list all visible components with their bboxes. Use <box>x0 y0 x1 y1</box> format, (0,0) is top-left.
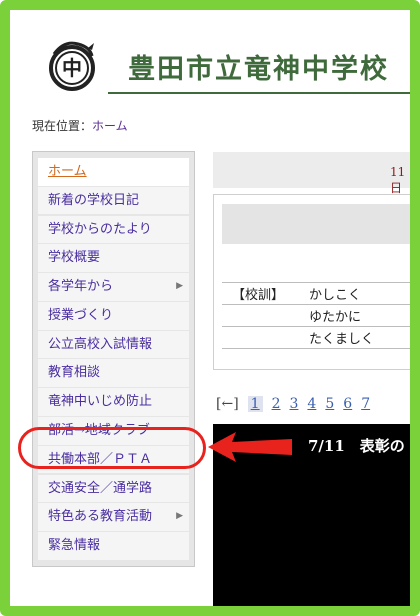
pager-page-3[interactable]: 3 <box>290 396 299 412</box>
pager-page-1[interactable]: 1 <box>247 396 263 412</box>
top-strip-text: 11日 <box>390 165 406 195</box>
motto-table: 【校訓】 かしこく ゆたかに たくましく <box>222 282 410 349</box>
sidebar-item-home[interactable]: ホーム <box>38 158 189 186</box>
sidebar-item-label: 交通安全／通学路 <box>48 480 153 496</box>
sidebar-item-grades[interactable]: 各学年から ▶ <box>38 273 189 301</box>
left-arrow-icon <box>208 432 292 462</box>
sidebar-item-lessons[interactable]: 授業づくり <box>38 301 189 330</box>
sidebar-item-counseling[interactable]: 教育相談 <box>38 359 189 388</box>
submenu-arrow-icon: ▶ <box>176 511 183 522</box>
breadcrumb: 現在位置：ホーム <box>32 117 128 134</box>
sidebar-item-traffic-safety[interactable]: 交通安全／通学路 <box>38 474 189 503</box>
table-row: ゆたかに <box>222 304 410 327</box>
news-headline[interactable]: 7/11 表彰の <box>308 435 405 456</box>
sidebar-item-label: 公立高校入試情報 <box>48 336 153 352</box>
motto-value: かしこく <box>294 282 410 305</box>
highlight-oval <box>18 427 206 469</box>
table-row: たくましく <box>222 326 410 349</box>
sidebar-item-label: 学校からのたより <box>48 221 152 237</box>
title-underline <box>108 92 410 94</box>
sidebar-item-emergency[interactable]: 緊急情報 <box>38 532 189 560</box>
sidebar-item-label: 新着の学校日記 <box>48 192 140 208</box>
breadcrumb-home-link[interactable]: ホーム <box>92 119 128 133</box>
top-strip <box>213 152 410 188</box>
breadcrumb-label: 現在位置： <box>32 119 93 133</box>
sidebar-item-entrance-exam[interactable]: 公立高校入試情報 <box>38 330 189 359</box>
content-header-bar <box>222 204 410 244</box>
sidebar-item-label: 授業づくり <box>48 307 114 323</box>
sidebar-item-overview[interactable]: 学校概要 <box>38 244 189 272</box>
page-title: 豊田市立竜神中学校 <box>128 54 389 85</box>
pager-page-7[interactable]: 7 <box>361 396 370 412</box>
sidebar-item-label: 学校概要 <box>48 250 101 266</box>
pagination: [←] 1 2 3 4 5 6 7 <box>216 396 379 412</box>
motto-value: ゆたかに <box>294 304 410 327</box>
sidebar-item-school-news[interactable]: 学校からのたより <box>38 215 189 244</box>
pager-page-4[interactable]: 4 <box>307 396 316 412</box>
page: 中 豊田市立竜神中学校 現在位置：ホーム ホーム 新着の学校日記 学校からのたよ… <box>10 10 410 606</box>
sidebar-menu: ホーム 新着の学校日記 学校からのたより 学校概要 各学年から ▶ 授業づくり 公… <box>32 151 195 567</box>
motto-key: 【校訓】 <box>222 282 294 305</box>
motto-value: たくましく <box>294 326 410 349</box>
sidebar-item-anti-bullying[interactable]: 竜神中いじめ防止 <box>38 388 189 416</box>
pager-page-5[interactable]: 5 <box>325 396 334 412</box>
pager-page-6[interactable]: 6 <box>343 396 352 412</box>
sidebar-item-label: 特色ある教育活動 <box>48 509 153 525</box>
logo-glyph: 中 <box>62 56 82 80</box>
submenu-arrow-icon: ▶ <box>176 281 183 292</box>
sidebar-item-special-education[interactable]: 特色ある教育活動 ▶ <box>38 503 189 531</box>
sidebar-item-label: 竜神中いじめ防止 <box>48 394 153 410</box>
pager-page-2[interactable]: 2 <box>272 396 281 412</box>
sidebar-item-label: 緊急情報 <box>48 538 101 554</box>
sidebar-item-label: 各学年から <box>48 279 114 295</box>
school-logo-icon: 中 <box>49 41 95 91</box>
sidebar-item-school-diary[interactable]: 新着の学校日記 <box>38 186 189 215</box>
pager-prev-button[interactable]: [←] <box>216 396 239 412</box>
sidebar-item-label: ホーム <box>48 164 87 179</box>
sidebar-item-label: 教育相談 <box>48 365 101 381</box>
table-row: 【校訓】 かしこく <box>222 282 410 305</box>
